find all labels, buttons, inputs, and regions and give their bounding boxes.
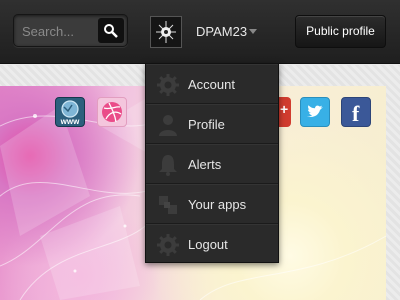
menu-item-logout[interactable]: Logout [146, 224, 278, 264]
menu-item-your-apps[interactable]: Your apps [146, 184, 278, 224]
menu-item-account[interactable]: Account [146, 64, 278, 104]
menu-item-label: Logout [188, 237, 228, 252]
user-menu-toggle[interactable]: DPAM23 [150, 16, 262, 48]
menu-item-label: Your apps [188, 197, 247, 212]
menu-item-label: Profile [188, 117, 225, 132]
dribbble-icon[interactable] [97, 97, 127, 127]
search-input[interactable] [22, 21, 100, 41]
menu-item-profile[interactable]: Profile [146, 104, 278, 144]
menu-item-label: Alerts [188, 157, 222, 172]
gear-icon [157, 74, 179, 96]
avatar [150, 16, 182, 48]
menu-item-alerts[interactable]: Alerts [146, 144, 278, 184]
bell-icon [159, 155, 177, 176]
twitter-icon[interactable] [300, 97, 330, 127]
username: DPAM23 [196, 24, 248, 39]
top-navigation-bar: DPAM23 Public profile [0, 0, 400, 64]
person-icon [159, 115, 177, 136]
svg-text:www: www [60, 117, 80, 126]
menu-item-label: Account [188, 77, 235, 92]
google-plus-icon[interactable]: + [278, 97, 291, 127]
apps-icon [159, 196, 177, 214]
chevron-down-icon [249, 29, 257, 34]
www-icon[interactable]: www [55, 97, 85, 127]
search-icon [104, 24, 118, 38]
search-button[interactable] [98, 18, 124, 43]
facebook-icon[interactable]: f [341, 97, 371, 127]
gear-icon [157, 234, 179, 256]
user-dropdown-menu: Account Profile Alerts Your apps Logout [145, 63, 279, 263]
search-box [13, 14, 128, 47]
public-profile-button[interactable]: Public profile [295, 15, 386, 48]
